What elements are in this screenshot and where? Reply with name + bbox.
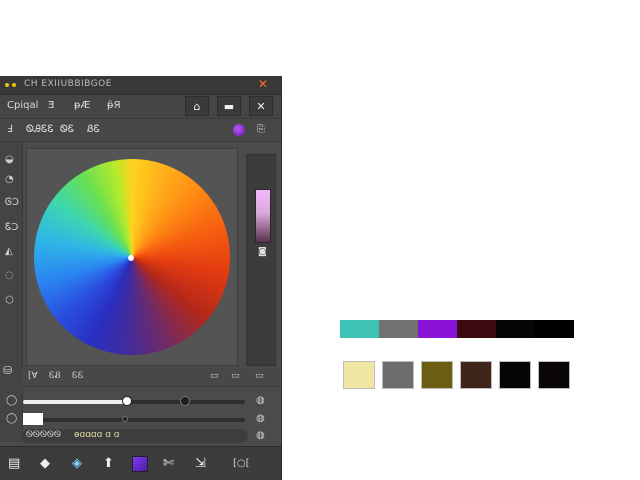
hex-end-icon[interactable]: ◍: [256, 430, 265, 441]
hex-label: ᏫᏫᏫᏫᏫ: [26, 430, 62, 440]
brightness-gradient-bar[interactable]: [255, 189, 271, 243]
color-swatch-1[interactable]: [343, 361, 375, 389]
tool-item-4[interactable]: ᏰᏋ: [87, 124, 100, 135]
window-title: CH EXIIUBBIBGOE: [24, 79, 112, 89]
option-item-3[interactable]: ᏋᏋ: [72, 371, 83, 381]
color-swatch-3[interactable]: [421, 361, 453, 389]
close-icon[interactable]: ✕: [258, 77, 268, 91]
color-swatch-2[interactable]: [382, 361, 414, 389]
swatch-icon[interactable]: ◙: [258, 247, 267, 257]
option-toggle-3[interactable]: ▭: [255, 371, 264, 381]
layers-icon[interactable]: ▤: [8, 456, 20, 471]
slider-1-fill: [23, 400, 128, 404]
slider-2-handle[interactable]: [23, 413, 43, 425]
close-panel-icon[interactable]: ✕: [249, 96, 273, 116]
eraser-icon[interactable]: ◆: [40, 456, 50, 471]
palette-strip-color-4[interactable]: [457, 320, 496, 338]
window-dot-yellow[interactable]: [5, 83, 9, 87]
palette-strip-color-5[interactable]: [496, 320, 535, 338]
color-swatch-5[interactable]: [499, 361, 531, 389]
option-item-2[interactable]: ᏋᏰ: [49, 371, 61, 381]
color-wheel-canvas: [26, 148, 238, 366]
expand-icon[interactable]: ⇲: [195, 456, 206, 471]
color-swatch-4[interactable]: [460, 361, 492, 389]
wheel-options-row: ⁅Ɐ ᏋᏰ ᏋᏋ ▭ ▭ ▭: [22, 368, 281, 387]
tool-item-2[interactable]: ᏫᎯᏋᏋ: [26, 124, 54, 135]
bottom-label: ⁅○⁅: [233, 458, 250, 469]
slider-row-2: ◯ ◍: [0, 410, 281, 428]
tool-bar: Ⅎ ᏫᎯᏋᏋ ᏫᏋ ᏰᏋ ⎘: [0, 119, 281, 142]
side-icon-1[interactable]: ◒: [5, 154, 14, 165]
bottom-toolbar: ▤ ◆ ◈ ⬆ ✄ ⇲ ⁅○⁅: [0, 446, 281, 480]
palette-strip-color-1[interactable]: [340, 320, 379, 338]
side-icon-5[interactable]: ◭: [5, 246, 13, 257]
menu-item-cpiqal[interactable]: Cpiqal: [7, 100, 38, 111]
palette-strip-color-2[interactable]: [379, 320, 418, 338]
home-icon[interactable]: ⌂: [185, 96, 209, 116]
cut-icon[interactable]: ✄: [163, 456, 174, 471]
palette-strip-color-3[interactable]: [418, 320, 457, 338]
slider-row-1: ◯ ◍: [0, 392, 281, 410]
side-icon-3[interactable]: ᎶƆ: [5, 197, 19, 208]
current-color-indicator[interactable]: [233, 124, 245, 136]
hex-glyphs: ɵɑɑɑɑ ɑ ɑ: [74, 430, 120, 440]
slider-2-track[interactable]: [23, 418, 245, 422]
menu-item-3[interactable]: ᵽÆ: [74, 100, 90, 111]
menu-item-2[interactable]: Ǝ: [48, 100, 54, 111]
slider-1-track[interactable]: [23, 400, 245, 404]
color-wheel-cursor[interactable]: [128, 255, 134, 261]
brush-icon[interactable]: ◈: [72, 456, 82, 471]
color-swatch-6[interactable]: [538, 361, 570, 389]
slider-2-end-icon[interactable]: ◍: [256, 413, 265, 424]
option-item-1[interactable]: ⁅Ɐ: [28, 371, 38, 381]
option-toggle-1[interactable]: ▭: [210, 371, 219, 381]
slider-1-knob-secondary[interactable]: [180, 396, 191, 406]
side-icon-7[interactable]: ⬡: [5, 295, 14, 306]
minimize-icon[interactable]: ▬: [217, 96, 241, 116]
stack-icon[interactable]: ⛁: [3, 364, 12, 377]
title-bar: CH EXIIUBBIBGOE ✕: [0, 76, 281, 95]
menu-bar: Cpiqal Ǝ ᵽÆ ᵽ̈Я ⌂ ▬ ✕: [0, 95, 281, 119]
menu-item-4[interactable]: ᵽ̈Я: [107, 100, 121, 111]
side-icon-4[interactable]: ᏋƆ: [5, 222, 18, 233]
palette-strip: [340, 320, 574, 338]
option-toggle-2[interactable]: ▭: [231, 371, 240, 381]
side-icon-6[interactable]: ◌: [5, 270, 14, 281]
value-column: ◙: [246, 154, 276, 366]
tool-icon-1[interactable]: Ⅎ: [7, 124, 13, 135]
slider-1-knob[interactable]: [122, 396, 133, 406]
tool-item-3[interactable]: ᏫᏋ: [60, 124, 74, 135]
slider-1-end-icon[interactable]: ◍: [256, 395, 265, 406]
copy-icon[interactable]: ⎘: [257, 124, 265, 135]
active-color-icon[interactable]: [132, 456, 148, 472]
upload-icon[interactable]: ⬆: [103, 456, 114, 471]
side-icon-2[interactable]: ◔: [5, 174, 14, 185]
hex-input-row[interactable]: ᏫᏫᏫᏫᏫ ɵɑɑɑɑ ɑ ɑ: [22, 429, 248, 443]
window-dot-yellow-2[interactable]: [12, 83, 16, 87]
palette-strip-color-6[interactable]: [535, 320, 574, 338]
color-picker-panel: CH EXIIUBBIBGOE ✕ Cpiqal Ǝ ᵽÆ ᵽ̈Я ⌂ ▬ ✕ …: [0, 76, 282, 480]
slider-2-icon: ◯: [6, 413, 18, 424]
slider-1-icon: ◯: [6, 395, 18, 406]
